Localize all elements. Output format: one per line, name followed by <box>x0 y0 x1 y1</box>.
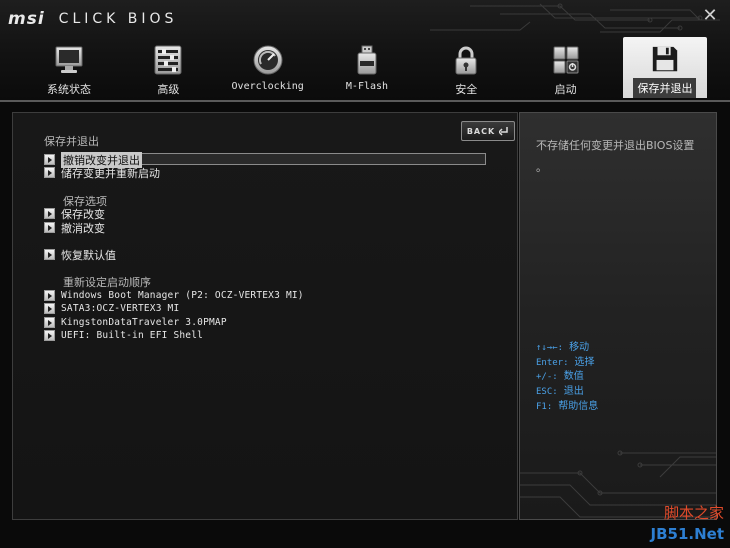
arrow-icon <box>44 290 55 301</box>
padlock-icon <box>455 46 477 75</box>
key-legend: ↑↓→←: 移动 Enter: 选择 +/-: 数值 ESC: 退出 F1: 帮… <box>536 341 598 415</box>
menu-item-label: UEFI: Built-in EFI Shell <box>61 330 204 341</box>
floppy-disk-icon <box>652 46 678 72</box>
usb-drive-icon <box>357 45 377 75</box>
brand: msi CLICK BIOS <box>8 9 177 29</box>
menu-item-label: 撤消改变 <box>61 221 105 235</box>
tab-save-and-exit[interactable]: 保存并退出 <box>622 37 707 98</box>
menu-item-label: 储存变更并重新启动 <box>61 166 160 180</box>
main-tabs: 系统状态 高级 Overclocking M-Flash 安全 启动 保存并退出 <box>27 37 707 98</box>
tab-label: M-Flash <box>345 81 389 92</box>
arrow-icon <box>44 154 55 165</box>
menu-item-label: KingstonDataTraveler 3.0PMAP <box>61 317 227 328</box>
section-title-boot-override: 重新设定启动顺序 <box>63 276 151 289</box>
menu-item-discard-changes[interactable]: 撤消改变 <box>44 221 105 235</box>
tab-boot[interactable]: 启动 <box>524 37 608 98</box>
gauge-icon <box>253 45 283 75</box>
back-label: BACK <box>466 126 496 136</box>
menu-item-save-reboot[interactable]: 储存变更并重新启动 <box>44 166 160 180</box>
arrow-icon <box>44 330 55 341</box>
watermark-bottom-text: JB51.Net <box>650 525 724 543</box>
close-icon: ✕ <box>702 5 718 26</box>
help-panel: 不存储任何变更并退出BIOS设置 。 ↑↓→←: 移动 Enter: 选择 +/… <box>519 112 717 520</box>
menu-item-restore-defaults[interactable]: 恢复默认值 <box>44 248 116 262</box>
key-legend-exit: ESC: 退出 <box>536 386 584 398</box>
boot-item-windows-boot-manager[interactable]: Windows Boot Manager (P2: OCZ-VERTEX3 MI… <box>44 289 304 302</box>
tab-label: 启动 <box>554 83 577 96</box>
tab-label: 高级 <box>157 83 180 96</box>
tab-label: 安全 <box>455 83 478 96</box>
tab-system-status[interactable]: 系统状态 <box>27 37 111 98</box>
arrow-icon <box>44 208 55 219</box>
key-legend-select: Enter: 选择 <box>536 356 595 368</box>
menu-item-label: SATA3:OCZ-VERTEX3 MI <box>61 303 180 314</box>
back-button[interactable]: BACK <box>461 121 515 141</box>
watermark-top-text: 脚本之家 <box>663 504 724 522</box>
main-panel: BACK 保存并退出 撤销改变并退出 储存变更并重新启动 保存选项 保存改变 撤… <box>12 112 518 520</box>
arrow-icon <box>44 303 55 314</box>
arrow-icon <box>44 222 55 233</box>
boot-item-uefi-shell[interactable]: UEFI: Built-in EFI Shell <box>44 329 203 342</box>
tab-security[interactable]: 安全 <box>424 37 508 98</box>
boot-item-sata3[interactable]: SATA3:OCZ-VERTEX3 MI <box>44 302 179 315</box>
boot-item-kingston[interactable]: KingstonDataTraveler 3.0PMAP <box>44 316 227 329</box>
arrow-icon <box>44 249 55 260</box>
help-description: 不存储任何变更并退出BIOS设置 <box>536 139 695 152</box>
arrow-icon <box>44 167 55 178</box>
tab-advanced[interactable]: 高级 <box>126 37 210 98</box>
menu-item-label: Windows Boot Manager (P2: OCZ-VERTEX3 MI… <box>61 290 304 301</box>
menu-item-label: 恢复默认值 <box>61 248 116 262</box>
help-description-end: 。 <box>536 161 547 174</box>
tab-overclocking[interactable]: Overclocking <box>226 37 310 98</box>
tab-label: Overclocking <box>231 81 304 92</box>
monitor-icon <box>55 46 83 73</box>
close-button[interactable]: ✕ <box>700 6 720 26</box>
key-legend-value: +/-: 数值 <box>536 371 584 383</box>
msi-logo: msi <box>8 9 45 29</box>
top-bar: msi CLICK BIOS ✕ 系统状态 高级 Overclocking M-… <box>0 0 730 102</box>
arrow-icon <box>44 317 55 328</box>
key-legend-move: ↑↓→←: 移动 <box>536 342 590 353</box>
site-watermark: 脚本之家 JB51.Net <box>644 502 724 546</box>
power-switch-icon <box>553 46 579 74</box>
brand-subtitle: CLICK BIOS <box>58 11 178 27</box>
return-arrow-icon <box>499 126 508 136</box>
section-title-save-exit: 保存并退出 <box>44 135 99 148</box>
tab-m-flash[interactable]: M-Flash <box>325 37 409 98</box>
menu-item-save-changes[interactable]: 保存改变 <box>44 207 105 221</box>
tab-label: 系统状态 <box>47 83 91 96</box>
sliders-icon <box>154 45 182 75</box>
tab-label: 保存并退出 <box>633 78 697 98</box>
